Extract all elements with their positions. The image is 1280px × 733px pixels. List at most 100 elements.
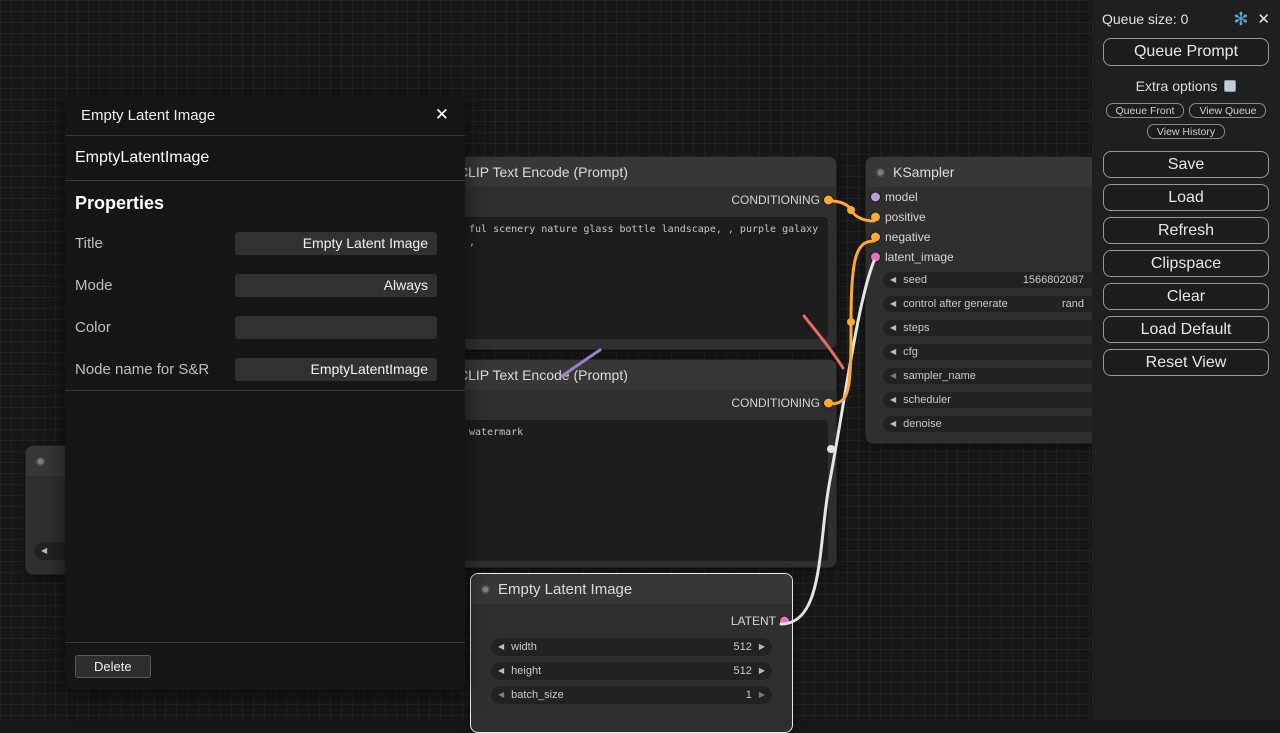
prompt-textarea[interactable]: watermark [439, 420, 828, 561]
property-label: Color [75, 319, 111, 336]
decrement-arrow-icon[interactable]: ◀ [890, 348, 896, 356]
comfyui-logo-icon: ✻ [1233, 10, 1248, 28]
decrement-arrow-icon[interactable]: ◀ [498, 691, 504, 699]
title-field[interactable]: Empty Latent Image [235, 232, 437, 255]
clipspace-button[interactable]: Clipspace [1103, 250, 1269, 277]
queue-prompt-button[interactable]: Queue Prompt [1103, 38, 1269, 66]
properties-heading: Properties [65, 181, 465, 222]
decrement-arrow-icon[interactable]: ◀ [41, 547, 47, 555]
decrement-arrow-icon[interactable]: ◀ [890, 324, 896, 332]
node-header[interactable]: CLIP Text Encode (Prompt) [431, 157, 836, 187]
widget-label: batch_size [511, 689, 564, 701]
node-header[interactable]: CLIP Text Encode (Prompt) [431, 360, 836, 390]
property-row-mode: Mode Always [65, 264, 465, 306]
view-queue-button[interactable]: View Queue [1189, 103, 1266, 118]
queue-front-button[interactable]: Queue Front [1106, 103, 1185, 118]
color-field[interactable] [235, 316, 437, 339]
node-empty-latent-image[interactable]: Empty Latent Image LATENT ◀ width 512 ▶ … [470, 573, 793, 733]
input-label: positive [885, 210, 926, 224]
node-header[interactable]: Empty Latent Image [471, 574, 792, 604]
widget-label: seed [903, 274, 927, 286]
node-title: CLIP Text Encode (Prompt) [458, 367, 628, 383]
widget-value: 1 [746, 689, 752, 701]
output-label: CONDITIONING [731, 396, 820, 410]
width-stepper[interactable]: ◀ width 512 ▶ [491, 638, 772, 656]
property-row-title: Title Empty Latent Image [65, 222, 465, 264]
conditioning-output-dot[interactable] [824, 399, 833, 408]
comfyui-menu-panel: Queue size: 0 ✻ ✕ Queue Prompt Extra opt… [1092, 0, 1280, 720]
output-conditioning: CONDITIONING [431, 187, 836, 213]
model-input-dot[interactable] [871, 193, 880, 202]
widget-label: height [511, 665, 541, 677]
output-latent: LATENT [471, 608, 792, 634]
node-type-name: EmptyLatentImage [65, 136, 465, 180]
output-label: CONDITIONING [731, 193, 820, 207]
dialog-title: Empty Latent Image [81, 107, 215, 124]
property-label: Mode [75, 277, 113, 294]
widget-label: cfg [903, 346, 918, 358]
property-label: Title [75, 235, 103, 252]
collapse-dot-icon[interactable] [876, 168, 885, 177]
negative-input-dot[interactable] [871, 233, 880, 242]
close-menu-icon[interactable]: ✕ [1257, 10, 1270, 28]
decrement-arrow-icon[interactable]: ◀ [890, 396, 896, 404]
wire-positive-dot [847, 206, 855, 214]
widget-value: rand [1062, 298, 1084, 310]
increment-arrow-icon[interactable]: ▶ [759, 667, 765, 675]
latent-output-dot[interactable] [780, 617, 789, 626]
node-title: Empty Latent Image [498, 581, 632, 598]
decrement-arrow-icon[interactable]: ◀ [890, 420, 896, 428]
property-row-color: Color [65, 306, 465, 348]
clear-button[interactable]: Clear [1103, 283, 1269, 310]
decrement-arrow-icon[interactable]: ◀ [498, 667, 504, 675]
height-stepper[interactable]: ◀ height 512 ▶ [491, 662, 772, 680]
close-icon[interactable]: ✕ [435, 105, 449, 125]
decrement-arrow-icon[interactable]: ◀ [498, 643, 504, 651]
reset-view-button[interactable]: Reset View [1103, 349, 1269, 376]
node-title: CLIP Text Encode (Prompt) [458, 164, 628, 180]
output-label: LATENT [731, 614, 776, 628]
node-clip-text-encode-positive[interactable]: CLIP Text Encode (Prompt) CONDITIONING f… [430, 156, 837, 350]
input-label: latent_image [885, 250, 954, 264]
widget-value: 512 [733, 641, 751, 653]
property-row-sr-name: Node name for S&R EmptyLatentImage [65, 348, 465, 390]
increment-arrow-icon[interactable]: ▶ [759, 691, 765, 699]
widget-label: sampler_name [903, 370, 976, 382]
collapse-dot-icon[interactable] [36, 457, 45, 466]
decrement-arrow-icon[interactable]: ◀ [890, 372, 896, 380]
batch-size-stepper[interactable]: ◀ batch_size 1 ▶ [491, 686, 772, 704]
load-default-button[interactable]: Load Default [1103, 316, 1269, 343]
increment-arrow-icon[interactable]: ▶ [759, 643, 765, 651]
refresh-button[interactable]: Refresh [1103, 217, 1269, 244]
output-conditioning: CONDITIONING [431, 390, 836, 416]
latent-image-input-dot[interactable] [871, 253, 880, 262]
widget-value: 512 [733, 665, 751, 677]
extra-options-label: Extra options [1136, 78, 1218, 94]
widget-label: steps [903, 322, 929, 334]
positive-input-dot[interactable] [871, 213, 880, 222]
decrement-arrow-icon[interactable]: ◀ [890, 276, 896, 284]
widget-label: control after generate [903, 298, 1008, 310]
prompt-textarea[interactable]: ful scenery nature glass bottle landscap… [439, 217, 828, 339]
load-button[interactable]: Load [1103, 184, 1269, 211]
node-title: KSampler [893, 164, 954, 180]
node-properties-dialog: Empty Latent Image ✕ EmptyLatentImage Pr… [65, 95, 465, 690]
widget-label: width [511, 641, 537, 653]
widget-label: denoise [903, 418, 942, 430]
extra-options-checkbox[interactable] [1224, 80, 1236, 92]
property-label: Node name for S&R [75, 361, 209, 378]
save-button[interactable]: Save [1103, 151, 1269, 178]
collapse-dot-icon[interactable] [481, 585, 490, 594]
wire-negative-dot [847, 318, 855, 326]
node-clip-text-encode-negative[interactable]: CLIP Text Encode (Prompt) CONDITIONING w… [430, 359, 837, 568]
widget-label: scheduler [903, 394, 951, 406]
mode-field[interactable]: Always [235, 274, 437, 297]
widget-value: 1566802087 [1023, 274, 1084, 286]
sr-name-field[interactable]: EmptyLatentImage [235, 358, 437, 381]
conditioning-output-dot[interactable] [824, 196, 833, 205]
delete-node-button[interactable]: Delete [75, 655, 151, 678]
view-history-button[interactable]: View History [1147, 124, 1225, 139]
decrement-arrow-icon[interactable]: ◀ [890, 300, 896, 308]
input-label: negative [885, 230, 930, 244]
input-label: model [885, 190, 918, 204]
